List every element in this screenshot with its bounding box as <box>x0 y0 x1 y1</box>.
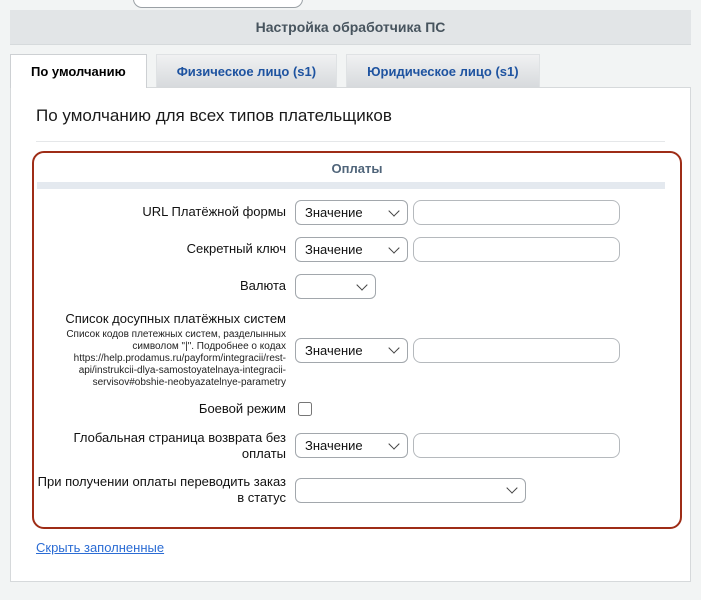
form-row-currency: Валюта <box>34 274 680 299</box>
return-page-type-select[interactable]: Значение <box>295 433 408 459</box>
payment-systems-input[interactable] <box>413 337 620 363</box>
page-title: По умолчанию для всех типов плательщиков <box>36 106 392 125</box>
field-label-live-mode: Боевой режим <box>198 401 286 417</box>
url-form-input[interactable] <box>413 200 620 225</box>
chevron-down-icon <box>388 342 400 354</box>
form-row-live-mode: Боевой режим <box>34 401 680 417</box>
payment-systems-type-select[interactable]: Значение <box>295 337 408 363</box>
payments-section: Оплаты URL Платёжной формы Значение Секр… <box>32 151 682 529</box>
return-page-type-select-value: Значение <box>305 438 363 454</box>
tab-default[interactable]: По умолчанию <box>10 54 147 88</box>
top-strip <box>0 0 701 10</box>
tab-default-label: По умолчанию <box>31 64 126 79</box>
chevron-down-icon <box>388 241 400 254</box>
return-page-input[interactable] <box>413 433 620 459</box>
form-rows: URL Платёжной формы Значение Секретный к… <box>34 189 680 507</box>
chevron-down-icon <box>506 482 518 494</box>
url-form-type-select-value: Значение <box>305 205 363 220</box>
form-row-secret-key: Секретный ключ Значение <box>34 237 680 262</box>
field-label-payment-systems: Список досупных платёжных систем <box>65 311 286 326</box>
hide-filled-link[interactable]: Скрыть заполненные <box>36 540 164 555</box>
field-label-order-status: При получении оплаты переводить заказ в … <box>37 474 286 506</box>
chevron-down-icon <box>388 204 400 217</box>
tab-legal-entity-label: Юридическое лицо (s1) <box>367 63 519 79</box>
secret-key-type-select-value: Значение <box>305 242 363 257</box>
chevron-down-icon <box>356 278 368 291</box>
tab-bar: По умолчанию Физическое лицо (s1) Юридич… <box>10 45 691 88</box>
payments-section-title: Оплаты <box>331 161 383 176</box>
order-status-select[interactable] <box>295 477 526 503</box>
tab-content-panel: По умолчанию для всех типов плательщиков… <box>10 87 691 582</box>
cutoff-element-above <box>133 0 303 8</box>
field-label-secret-key: Секретный ключ <box>186 241 286 257</box>
divider <box>36 141 665 142</box>
chevron-down-icon <box>388 438 400 450</box>
secret-key-type-select[interactable]: Значение <box>295 237 408 262</box>
form-row-order-status: При получении оплаты переводить заказ в … <box>34 474 680 507</box>
tab-individual-label: Физическое лицо (s1) <box>176 63 317 79</box>
field-label-url: URL Платёжной формы <box>142 204 286 220</box>
field-label-currency: Валюта <box>240 278 286 294</box>
url-form-type-select[interactable]: Значение <box>295 200 408 225</box>
secret-key-input[interactable] <box>413 237 620 262</box>
form-row-return-page: Глобальная страница возврата без оплаты … <box>34 430 680 463</box>
form-row-url: URL Платёжной формы Значение <box>34 200 680 225</box>
form-row-payment-systems: Список досупных платёжных систем Список … <box>34 311 680 389</box>
payment-systems-type-select-value: Значение <box>305 342 363 358</box>
currency-select[interactable] <box>295 274 376 299</box>
field-description-payment-systems: Список кодов плетежных систем, разделынн… <box>66 329 286 389</box>
live-mode-checkbox[interactable] <box>298 402 312 417</box>
settings-header-title: Настройка обработчика ПС <box>255 19 446 35</box>
settings-header-bar: Настройка обработчика ПС <box>10 10 691 45</box>
section-title-underline <box>37 182 665 189</box>
tab-legal-entity[interactable]: Юридическое лицо (s1) <box>346 54 540 87</box>
field-label-return-page: Глобальная страница возврата без оплаты <box>73 429 286 461</box>
tab-individual[interactable]: Физическое лицо (s1) <box>155 54 338 87</box>
